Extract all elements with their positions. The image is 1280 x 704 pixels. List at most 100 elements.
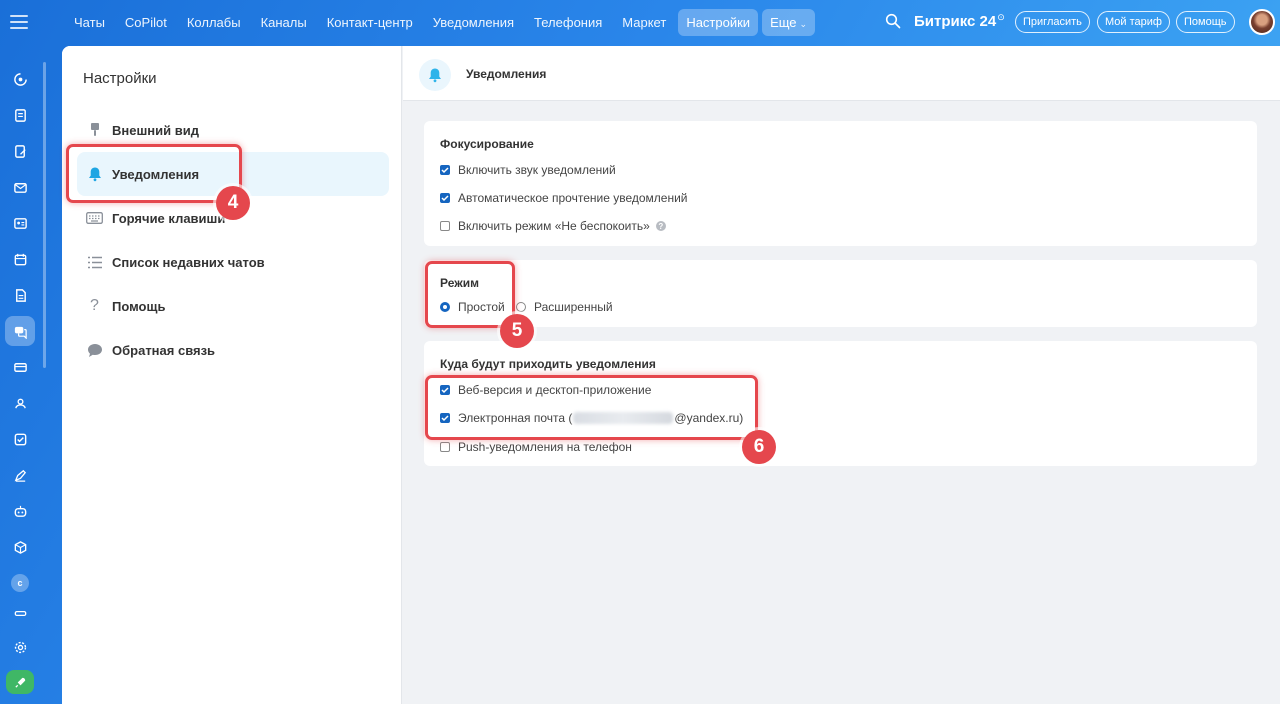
- rail-scrollbar[interactable]: [43, 62, 46, 368]
- checkbox-unchecked[interactable]: [440, 221, 450, 231]
- web-desktop-checkbox[interactable]: Веб-версия и десктоп-приложение: [440, 383, 651, 397]
- chevron-down-icon: ⌄: [799, 19, 808, 29]
- nav-label: Маркет: [622, 15, 667, 30]
- gear-icon[interactable]: [5, 632, 35, 662]
- terminal-icon[interactable]: [5, 352, 35, 382]
- menu-icon[interactable]: [10, 12, 28, 32]
- calendar-icon[interactable]: [5, 244, 35, 274]
- step-badge-6: 6: [742, 430, 776, 464]
- checkbox-checked[interactable]: [440, 193, 450, 203]
- mail-icon[interactable]: [5, 172, 35, 202]
- step-badge-5: 5: [500, 314, 534, 348]
- keyboard-icon: [86, 210, 103, 227]
- sidebar-item-appearance[interactable]: Внешний вид: [77, 108, 389, 152]
- nav-label: Каналы: [260, 15, 307, 30]
- sidebar-item-feedback[interactable]: Обратная связь: [77, 328, 389, 372]
- sidebar-item-help[interactable]: ? Помощь: [77, 284, 389, 328]
- settings-sidebar: Настройки Внешний вид Уведомления Горячи…: [62, 46, 402, 704]
- focus-title: Фокусирование: [440, 137, 534, 151]
- top-nav: Чаты CoPilot Коллабы Каналы Контакт-центр Уве…: [66, 9, 816, 36]
- contacts-card-icon[interactable]: [5, 208, 35, 238]
- list-icon: [86, 254, 103, 271]
- top-bar: Чаты CoPilot Коллабы Каналы Контакт-центр Уве…: [0, 0, 1280, 44]
- left-rail: c: [0, 60, 40, 704]
- settings-content: Уведомления Фокусирование Включить звук …: [403, 46, 1280, 704]
- sidebar-title: Настройки: [83, 70, 157, 87]
- checkbox-icon[interactable]: [5, 424, 35, 454]
- do-not-disturb-checkbox[interactable]: Включить режим «Не беспокоить» ?: [440, 219, 666, 233]
- nav-notifications[interactable]: Уведомления: [425, 9, 522, 36]
- nav-label: Коллабы: [186, 15, 241, 30]
- nav-collabs[interactable]: Коллабы: [179, 9, 249, 36]
- push-checkbox[interactable]: Push-уведомления на телефон: [440, 440, 632, 454]
- nav-label: Настройки: [686, 15, 751, 30]
- sidebar-item-label: Горячие клавиши: [112, 210, 226, 226]
- delivery-title: Куда будут приходить уведомления: [440, 357, 656, 371]
- my-tariff-button[interactable]: Мой тариф: [1097, 11, 1170, 33]
- mode-simple-radio[interactable]: Простой: [440, 300, 505, 314]
- mode-title: Режим: [440, 276, 479, 290]
- brand-logo[interactable]: Битрикс 24⊙: [914, 12, 1005, 30]
- nav-label: Контакт-центр: [326, 15, 413, 30]
- radio-unselected[interactable]: [516, 302, 526, 312]
- sidebar-item-label: Помощь: [112, 298, 166, 314]
- sidebar-item-recent-chats[interactable]: Список недавних чатов: [77, 240, 389, 284]
- chat-icon[interactable]: [5, 316, 35, 346]
- nav-label: Чаты: [74, 15, 105, 30]
- tasks-edit-icon[interactable]: [5, 136, 35, 166]
- search-icon[interactable]: [885, 13, 901, 29]
- help-icon[interactable]: ?: [655, 221, 666, 231]
- nav-settings[interactable]: Настройки: [678, 9, 759, 36]
- page-title: Уведомления: [466, 67, 547, 81]
- nav-market[interactable]: Маркет: [614, 9, 674, 36]
- sidebar-item-label: Обратная связь: [112, 342, 216, 358]
- email-checkbox[interactable]: Электронная почта (@yandex.ru): [440, 411, 743, 425]
- avatar[interactable]: [1249, 9, 1275, 35]
- nav-label: CoPilot: [124, 15, 167, 30]
- nav-telephony[interactable]: Телефония: [526, 9, 610, 36]
- help-button[interactable]: Помощь: [1176, 11, 1235, 33]
- checkbox-checked[interactable]: [440, 413, 450, 423]
- feed-icon[interactable]: [5, 100, 35, 130]
- nav-label: Телефония: [534, 15, 603, 30]
- copilot-icon[interactable]: [5, 64, 35, 94]
- brush-icon: [86, 122, 103, 139]
- box-icon[interactable]: [5, 532, 35, 562]
- company-c-icon[interactable]: c: [5, 568, 35, 598]
- sidebar-item-label: Внешний вид: [112, 122, 199, 138]
- nav-label: Еще: [770, 15, 797, 30]
- nav-chats[interactable]: Чаты: [66, 9, 113, 36]
- robot-icon[interactable]: [5, 496, 35, 526]
- nav-more[interactable]: Еще ⌄: [762, 9, 816, 36]
- focus-card: Фокусирование Включить звук уведомлений …: [424, 121, 1257, 246]
- content-header: Уведомления: [403, 46, 1280, 101]
- invite-button[interactable]: Пригласить: [1015, 11, 1090, 33]
- delivery-card: Куда будут приходить уведомления Веб-вер…: [424, 341, 1257, 466]
- nav-channels[interactable]: Каналы: [253, 9, 315, 36]
- sign-icon[interactable]: [5, 460, 35, 490]
- checkbox-checked[interactable]: [440, 165, 450, 175]
- groups-icon[interactable]: [5, 388, 35, 418]
- mode-extended-radio[interactable]: Расширенный: [516, 300, 613, 314]
- sidebar-item-label: Список недавних чатов: [112, 254, 265, 270]
- document-icon[interactable]: [5, 280, 35, 310]
- auto-read-checkbox[interactable]: Автоматическое прочтение уведомлений: [440, 191, 688, 205]
- checkbox-checked[interactable]: [440, 385, 450, 395]
- radio-selected[interactable]: [440, 302, 450, 312]
- speech-bubble-icon: [86, 342, 103, 359]
- sidebar-item-label: Уведомления: [112, 166, 200, 182]
- nav-contact-center[interactable]: Контакт-центр: [319, 9, 421, 36]
- mode-card: Режим Простой Расширенный: [424, 260, 1257, 327]
- sound-checkbox[interactable]: Включить звук уведомлений: [440, 163, 616, 177]
- step-badge-4: 4: [216, 186, 250, 220]
- question-icon: ?: [90, 297, 99, 314]
- collapse-icon[interactable]: [5, 598, 35, 628]
- blurred-email-username: [573, 412, 674, 424]
- nav-label: Уведомления: [432, 15, 515, 30]
- rocket-icon[interactable]: [6, 670, 34, 694]
- settings-window: Настройки Внешний вид Уведомления Горячи…: [62, 46, 1280, 704]
- nav-copilot[interactable]: CoPilot: [117, 9, 175, 36]
- bell-icon: [419, 59, 451, 91]
- bell-icon: [86, 166, 103, 183]
- checkbox-unchecked[interactable]: [440, 442, 450, 452]
